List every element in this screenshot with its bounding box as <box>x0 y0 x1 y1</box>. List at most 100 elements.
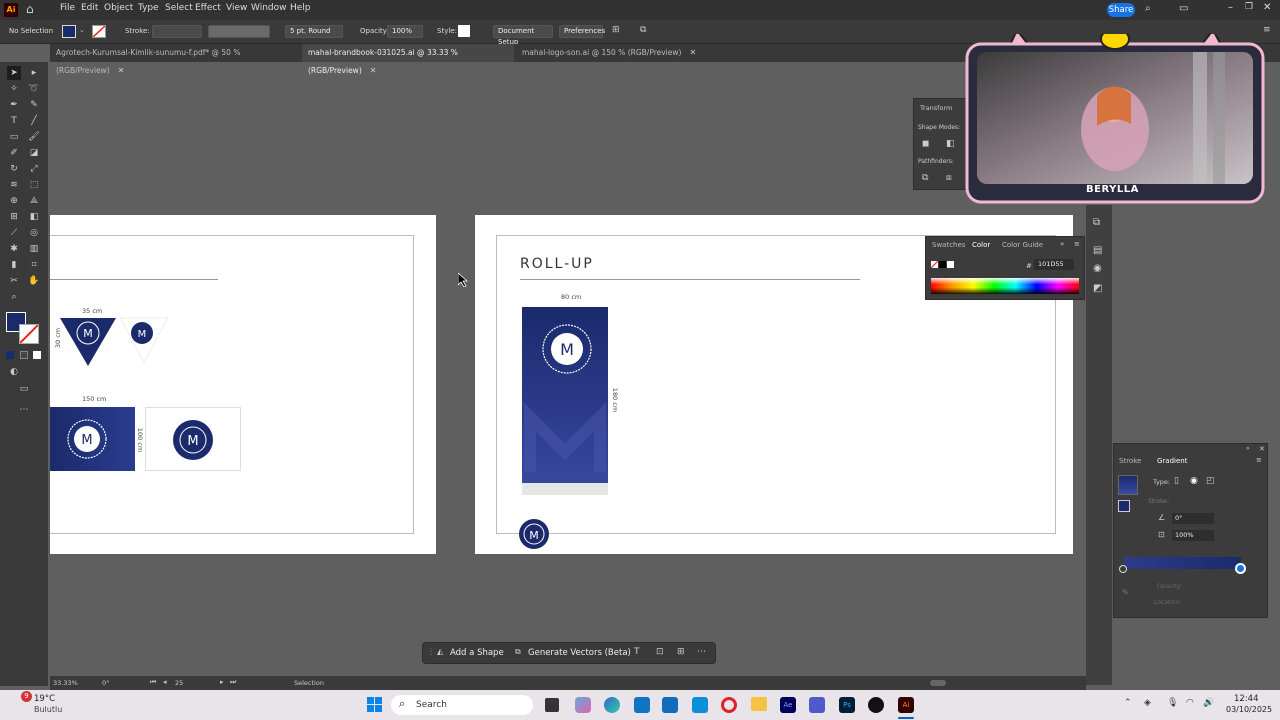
photoshop-icon[interactable]: Ps <box>839 697 855 713</box>
wifi-icon[interactable]: ◠ <box>1186 698 1194 708</box>
fill-icon[interactable] <box>1118 500 1130 512</box>
none-swatch[interactable] <box>931 261 938 268</box>
gradient-tool-icon[interactable]: ◧ <box>27 210 41 224</box>
gradient-preview[interactable] <box>1118 475 1138 495</box>
volume-icon[interactable]: 🔊 <box>1203 698 1214 708</box>
generate-vectors-button[interactable]: Generate Vectors (Beta) <box>528 648 631 658</box>
horizontal-scrollbar[interactable] <box>930 680 946 686</box>
aspect-input[interactable]: 100% <box>1172 530 1214 541</box>
close-icon[interactable]: ✕ <box>118 66 125 75</box>
menu-edit[interactable]: Edit <box>81 3 98 13</box>
weather-desc[interactable]: Bulutlu <box>34 705 62 714</box>
close-icon[interactable]: ✕ <box>1259 445 1265 453</box>
artboard-number[interactable]: 25 <box>175 679 183 687</box>
direct-selection-tool-icon[interactable]: ▸ <box>27 66 41 80</box>
tab-agrotech[interactable]: Agrotech-Kurumsal-Kimlik-sunumu-f.pdf* @… <box>50 44 300 75</box>
menu-help[interactable]: Help <box>290 3 311 13</box>
weather-temp[interactable]: 19°C <box>34 694 55 704</box>
hex-input[interactable]: 101D55 <box>1034 259 1074 270</box>
screen-mode-icon[interactable]: ▭ <box>17 382 31 396</box>
outlook-icon[interactable] <box>662 697 678 713</box>
panel-menu-icon[interactable]: ≡ <box>1256 456 1262 464</box>
type-tool-icon[interactable]: T <box>7 114 21 128</box>
unite-icon[interactable]: ◼ <box>922 139 929 149</box>
mesh-icon[interactable]: ⊞ <box>7 210 21 224</box>
illustrator-icon[interactable]: Ai <box>898 697 914 713</box>
freeform-gradient-icon[interactable]: ◰ <box>1206 476 1215 486</box>
opera-icon[interactable] <box>721 697 737 713</box>
white-swatch[interactable] <box>947 261 954 268</box>
prev-artboard-icon[interactable]: ◂ <box>163 678 167 686</box>
curvature-icon[interactable]: ✎ <box>27 98 41 112</box>
menu-select[interactable]: Select <box>165 3 193 13</box>
clock-time[interactable]: 12:44 <box>1234 694 1259 704</box>
brush-definition[interactable]: 5 pt. Round <box>285 25 343 38</box>
rotation-value[interactable]: 0° <box>102 679 109 687</box>
next-artboard-icon[interactable]: ▸ <box>220 678 224 686</box>
black-swatch[interactable] <box>939 261 946 268</box>
tray-app-icon[interactable]: ◈ <box>1144 698 1151 708</box>
stroke-swatch[interactable] <box>92 25 106 38</box>
drag-handle-icon[interactable]: ⋮ <box>427 647 435 656</box>
obs-icon[interactable] <box>868 697 884 713</box>
appearance-icon[interactable]: ◩ <box>1093 283 1102 294</box>
style-swatch[interactable] <box>458 25 470 37</box>
trim-icon[interactable]: ⧈ <box>946 173 952 183</box>
scale-icon[interactable]: ⤢ <box>27 162 41 176</box>
search-box[interactable]: ⌕ Search <box>391 695 533 715</box>
variable-width-profile[interactable] <box>208 25 270 38</box>
opacity-input[interactable]: 100% <box>387 25 423 38</box>
shape-builder-icon[interactable]: ⊕ <box>7 194 21 208</box>
shaper-icon[interactable]: ✐ <box>7 146 21 160</box>
collapse-icon[interactable]: » <box>1246 445 1250 452</box>
paintbrush-icon[interactable]: 🖌 <box>27 130 41 144</box>
windows-start-icon[interactable] <box>367 697 383 713</box>
eraser-icon[interactable]: ◪ <box>27 146 41 160</box>
file-explorer-icon[interactable] <box>751 697 767 711</box>
restore-icon[interactable]: ❐ <box>1245 2 1253 12</box>
rotate-icon[interactable]: ↻ <box>7 162 21 176</box>
home-icon[interactable]: ⌂ <box>26 2 34 16</box>
perspective-icon[interactable]: ⟁ <box>27 194 41 208</box>
edge-icon[interactable] <box>604 697 620 713</box>
radial-gradient-icon[interactable]: ◉ <box>1190 476 1198 486</box>
stroke-weight-input[interactable] <box>152 25 202 38</box>
gradient-mode-icon[interactable] <box>20 351 28 359</box>
linear-gradient-icon[interactable]: ▯ <box>1174 476 1179 486</box>
first-artboard-icon[interactable]: ⏮ <box>150 678 156 687</box>
transform-tab[interactable]: Transform <box>920 104 952 112</box>
chevron-up-icon[interactable]: ⌃ <box>1124 698 1132 708</box>
slice-icon[interactable]: ✂ <box>7 274 21 288</box>
menu-view[interactable]: View <box>226 3 247 13</box>
divide-icon[interactable]: ⧉ <box>922 173 928 183</box>
last-artboard-icon[interactable]: ⏭ <box>230 678 236 687</box>
none-mode-icon[interactable] <box>33 351 41 359</box>
tab-swatches[interactable]: Swatches <box>932 241 965 249</box>
column-graph-icon[interactable]: ▥ <box>27 242 41 256</box>
close-icon[interactable]: ✕ <box>1263 2 1271 13</box>
minimize-icon[interactable]: – <box>1228 2 1233 13</box>
workspace-icon[interactable]: ▭ <box>1179 3 1188 14</box>
clock-date[interactable]: 03/10/2025 <box>1226 705 1272 714</box>
remote-desktop-icon[interactable] <box>692 697 708 713</box>
line-tool-icon[interactable]: ╱ <box>27 114 41 128</box>
share-button[interactable]: Share <box>1107 3 1135 17</box>
hand-tool-icon[interactable]: ✋ <box>27 274 41 288</box>
blend-icon[interactable]: ◎ <box>27 226 41 240</box>
task-view-icon[interactable] <box>545 698 559 712</box>
rectangle-tool-icon[interactable]: ▭ <box>7 130 21 144</box>
pen-tool-icon[interactable]: ✒ <box>7 98 21 112</box>
search-icon[interactable]: ⌕ <box>1145 3 1151 14</box>
gradient-stop-left[interactable] <box>1119 565 1127 573</box>
symbol-sprayer-icon[interactable]: ✱ <box>7 242 21 256</box>
microphone-icon[interactable]: 🎙 <box>1167 698 1178 708</box>
panel-menu-icon[interactable]: ≡ <box>1074 240 1080 248</box>
libraries-icon[interactable]: ▤ <box>1093 245 1102 256</box>
eyedropper-icon[interactable]: ⟋ <box>7 226 21 240</box>
angle-input[interactable]: 0° <box>1172 513 1214 524</box>
text-icon[interactable]: T <box>634 647 640 657</box>
color-panel-icon[interactable]: ◉ <box>1093 263 1102 274</box>
image-icon[interactable]: ⊞ <box>677 647 685 657</box>
transform-icon[interactable]: ⧉ <box>640 25 646 35</box>
menu-window[interactable]: Window <box>251 3 287 13</box>
